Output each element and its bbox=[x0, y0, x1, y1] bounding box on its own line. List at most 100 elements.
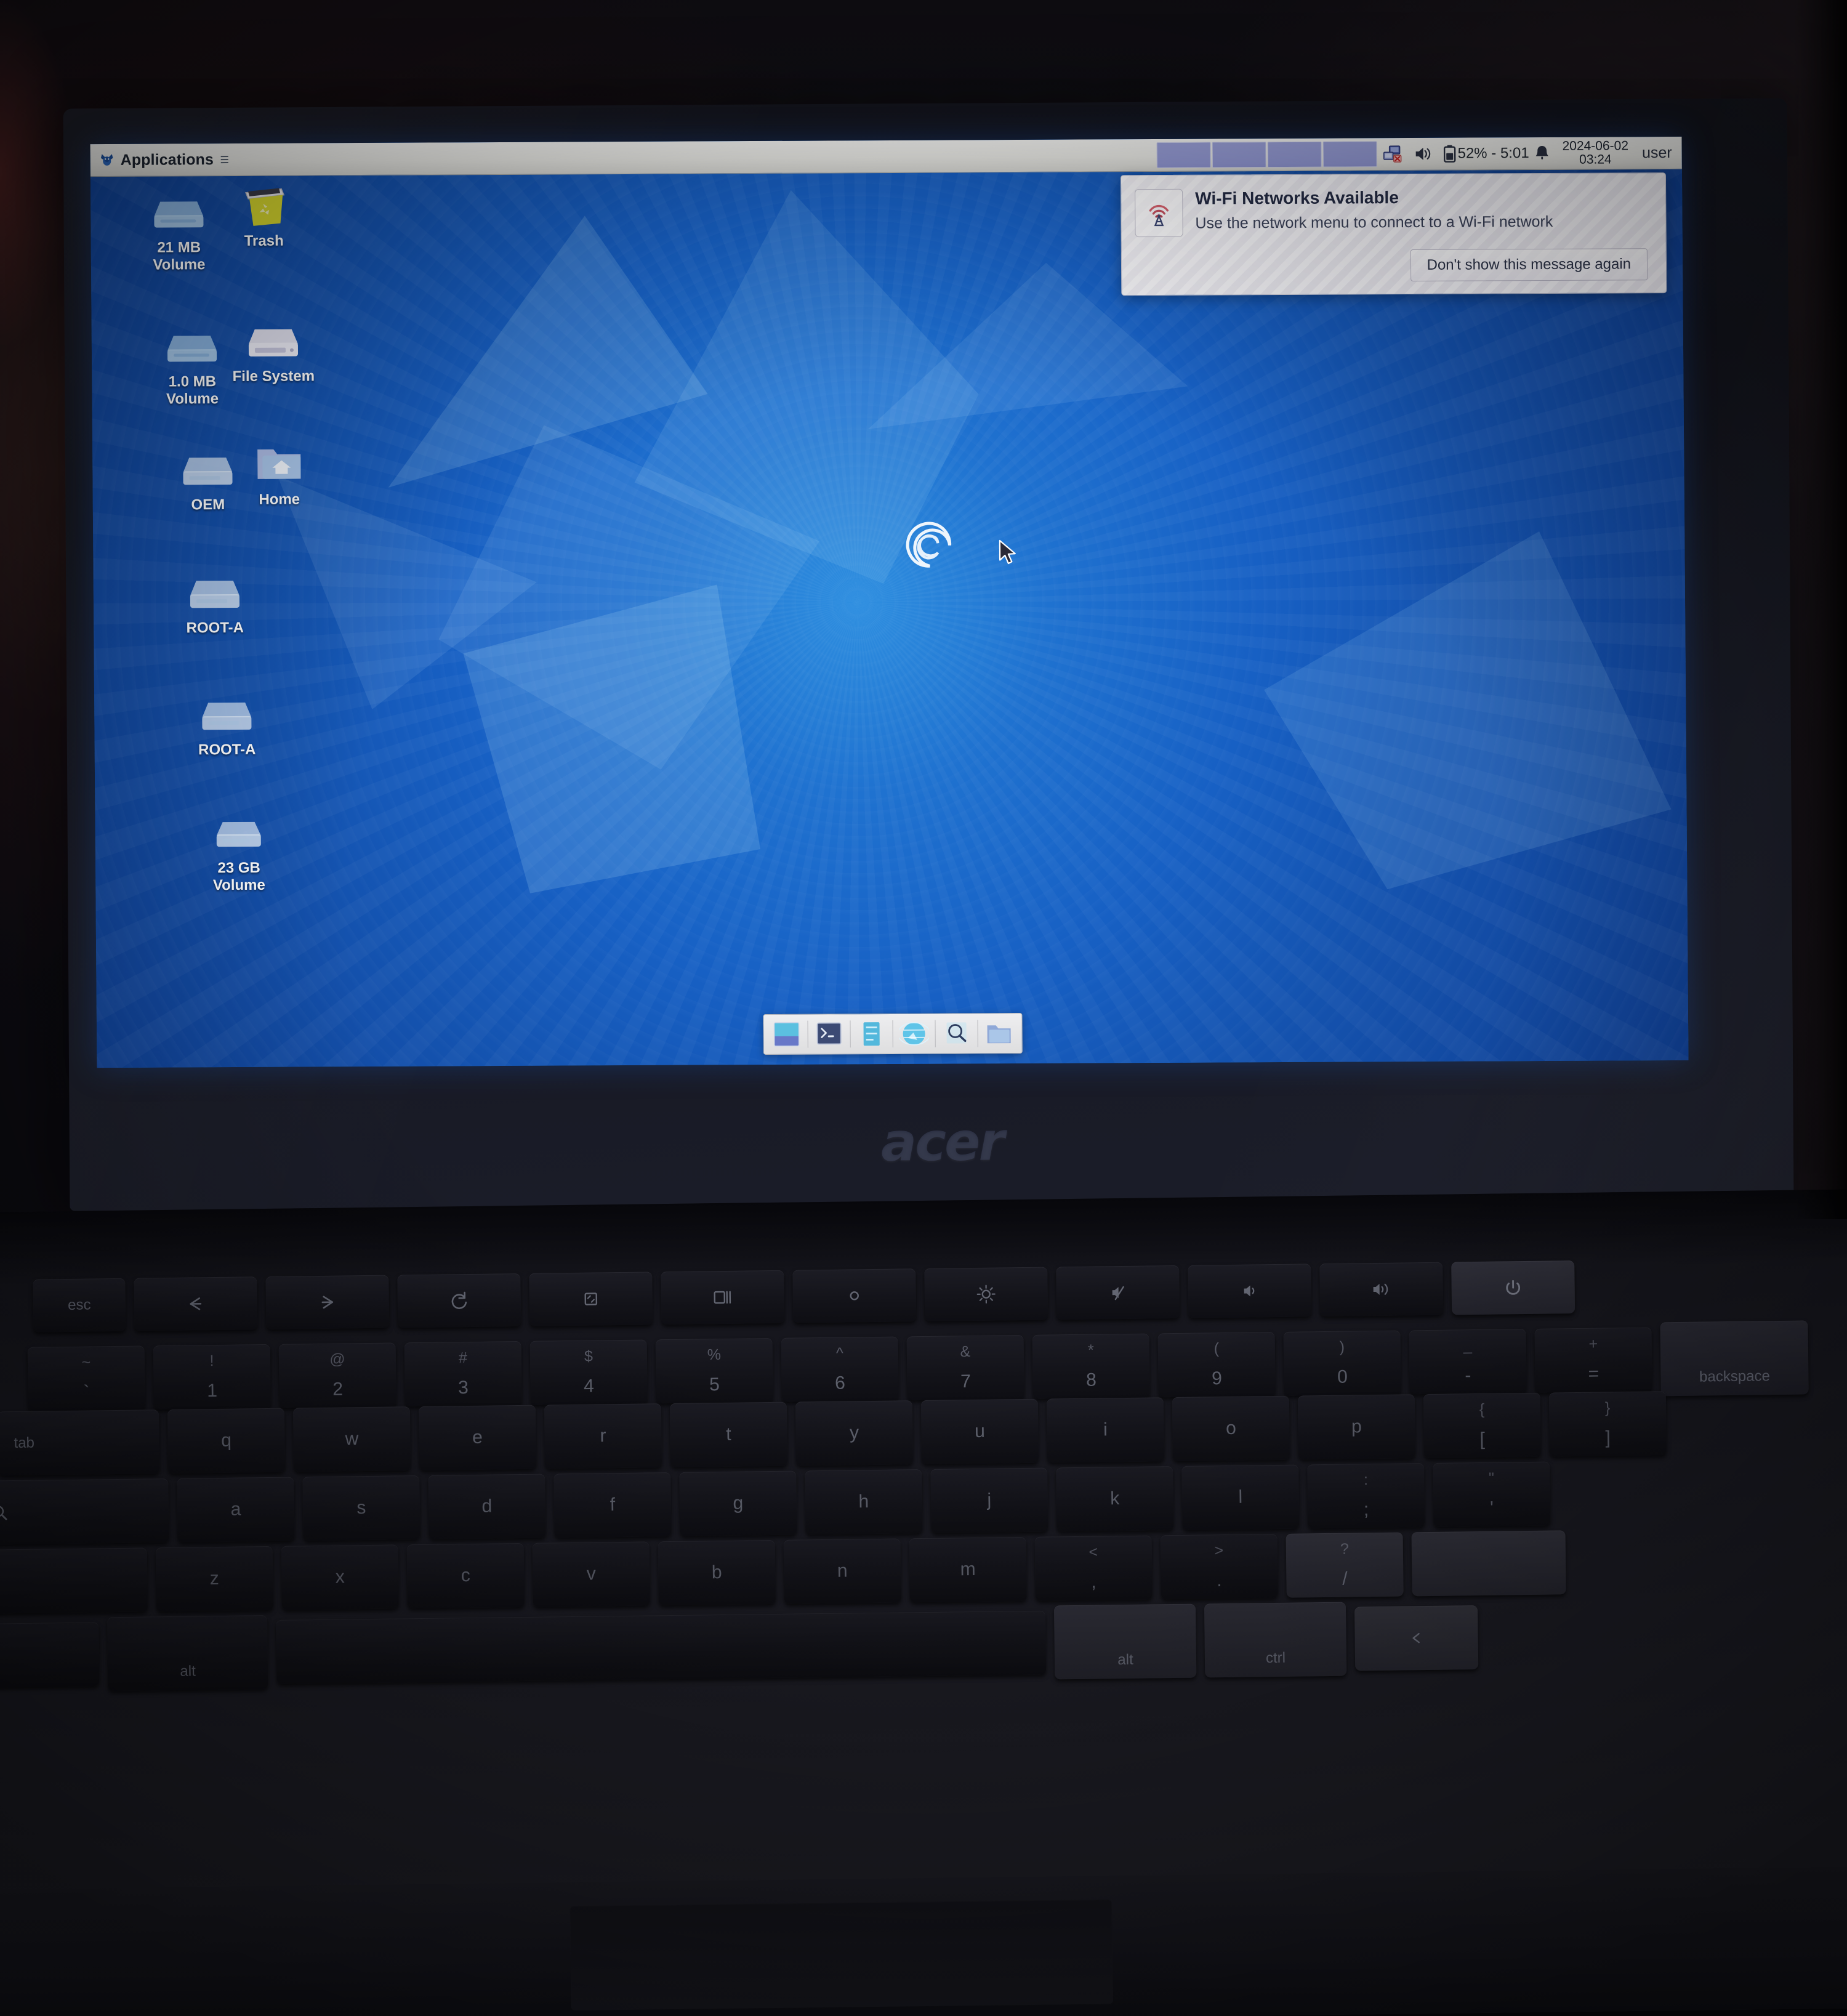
key-minus[interactable]: _ - bbox=[1409, 1329, 1527, 1395]
key-period[interactable]: >. bbox=[1160, 1533, 1278, 1600]
volume-speaker-icon[interactable] bbox=[1408, 138, 1438, 170]
key-backspace[interactable]: backspace bbox=[1660, 1320, 1809, 1397]
key-c[interactable]: c bbox=[406, 1542, 525, 1609]
search-icon[interactable] bbox=[937, 1017, 975, 1050]
battery-half-icon[interactable] bbox=[1438, 138, 1457, 170]
text-editor-icon[interactable] bbox=[852, 1017, 890, 1050]
key-6[interactable]: ^ 6 bbox=[781, 1336, 899, 1402]
key-n[interactable]: n bbox=[783, 1538, 901, 1604]
applications-menu-button[interactable]: Applications bbox=[91, 143, 238, 176]
key-alt-left[interactable]: alt bbox=[107, 1615, 268, 1691]
key-m[interactable]: m bbox=[909, 1536, 1027, 1603]
key-bracket-left[interactable]: {[ bbox=[1423, 1392, 1542, 1459]
key-z[interactable]: z bbox=[155, 1546, 273, 1612]
key-volume-up[interactable] bbox=[1319, 1262, 1444, 1317]
key-4[interactable]: $4 bbox=[529, 1339, 648, 1405]
desktop-icon-trash[interactable]: Trash bbox=[205, 181, 323, 250]
key-e[interactable]: e bbox=[418, 1405, 537, 1470]
key-reload[interactable] bbox=[397, 1273, 521, 1328]
key-2[interactable]: @2 bbox=[278, 1342, 396, 1408]
key-power[interactable] bbox=[1451, 1260, 1575, 1315]
key-9[interactable]: (9 bbox=[1157, 1331, 1276, 1398]
key-f[interactable]: f bbox=[553, 1472, 672, 1538]
bell-icon[interactable] bbox=[1529, 137, 1555, 169]
key-ctrl-right[interactable]: ctrl bbox=[1204, 1602, 1347, 1678]
key-s[interactable]: s bbox=[302, 1475, 421, 1541]
dont-show-again-button[interactable]: Don't show this message again bbox=[1410, 248, 1648, 282]
key-browser-forward[interactable] bbox=[265, 1275, 390, 1330]
key-k[interactable]: k bbox=[1056, 1466, 1174, 1532]
key-equals[interactable]: + = bbox=[1534, 1327, 1652, 1393]
key-x[interactable]: x bbox=[281, 1544, 399, 1610]
key-ctrl-left[interactable] bbox=[0, 1622, 100, 1689]
key-5[interactable]: % 5 bbox=[655, 1337, 773, 1404]
network-disconnected-icon[interactable] bbox=[1377, 138, 1408, 170]
key-q[interactable]: q bbox=[167, 1408, 286, 1474]
key-semicolon[interactable]: :; bbox=[1307, 1463, 1425, 1529]
key-8[interactable]: * 8 bbox=[1032, 1333, 1150, 1399]
key-v[interactable]: v bbox=[532, 1541, 650, 1607]
taskbar-window-list[interactable] bbox=[1156, 141, 1377, 168]
key-l[interactable]: l bbox=[1181, 1464, 1300, 1530]
wifi-notification-popup[interactable]: Wi-Fi Networks Available Use the network… bbox=[1120, 172, 1667, 296]
key-d[interactable]: d bbox=[428, 1474, 546, 1539]
key-fullscreen[interactable] bbox=[529, 1272, 653, 1326]
key-window-overview[interactable] bbox=[661, 1270, 785, 1325]
clock-widget[interactable]: 2024-06-02 03:24 bbox=[1555, 139, 1636, 167]
key-a[interactable]: a bbox=[177, 1477, 295, 1542]
key-0[interactable]: ) 0 bbox=[1283, 1330, 1401, 1396]
applications-menu-label: Applications bbox=[120, 150, 214, 169]
key-space[interactable] bbox=[276, 1610, 1047, 1684]
file-manager-icon[interactable] bbox=[980, 1017, 1018, 1050]
key-volume-down[interactable] bbox=[1188, 1264, 1312, 1318]
key-y[interactable]: y bbox=[795, 1400, 914, 1466]
application-dock[interactable] bbox=[762, 1012, 1023, 1055]
key-w[interactable]: w bbox=[292, 1406, 411, 1472]
web-browser-icon[interactable] bbox=[895, 1017, 933, 1050]
key-quote[interactable]: " ' bbox=[1433, 1461, 1551, 1527]
terminal-icon[interactable] bbox=[810, 1017, 848, 1050]
key-brightness-down[interactable] bbox=[792, 1268, 917, 1323]
key-browser-back[interactable] bbox=[134, 1276, 258, 1331]
key-3[interactable]: #3 bbox=[404, 1341, 522, 1407]
taskbar-slot[interactable] bbox=[1267, 141, 1322, 168]
key-b[interactable]: b bbox=[658, 1539, 776, 1606]
key-t[interactable]: t bbox=[669, 1401, 788, 1468]
key-brightness-up[interactable] bbox=[924, 1267, 1048, 1321]
drive-harddisk-icon bbox=[185, 568, 245, 615]
key-i[interactable]: i bbox=[1046, 1397, 1165, 1463]
taskbar-slot[interactable] bbox=[1156, 142, 1211, 168]
desktop-icon-root-a-2[interactable]: ROOT-A bbox=[168, 690, 286, 759]
key-j[interactable]: j bbox=[930, 1467, 1048, 1533]
desktop-icon-root-a-1[interactable]: ROOT-A bbox=[156, 568, 274, 637]
key-u[interactable]: u bbox=[920, 1398, 1039, 1465]
key-arrow-left[interactable] bbox=[1354, 1605, 1479, 1671]
taskbar-slot[interactable] bbox=[1212, 142, 1266, 168]
desktop-icon-file-system[interactable]: File System bbox=[215, 317, 332, 385]
trackpad[interactable] bbox=[569, 1899, 1113, 2011]
key-7[interactable]: & 7 bbox=[906, 1334, 1024, 1401]
show-desktop-icon[interactable] bbox=[767, 1018, 805, 1051]
key-backtick[interactable]: ~ ` bbox=[27, 1345, 145, 1411]
key-slash[interactable]: ? / bbox=[1286, 1532, 1404, 1598]
username-label[interactable]: user bbox=[1636, 143, 1678, 161]
key-volume-mute[interactable] bbox=[1056, 1265, 1180, 1320]
key-comma[interactable]: <, bbox=[1034, 1535, 1153, 1601]
key-p[interactable]: p bbox=[1297, 1394, 1416, 1460]
key-shift-left[interactable] bbox=[0, 1547, 148, 1615]
key-bracket-right[interactable]: }] bbox=[1548, 1391, 1667, 1457]
desktop-icon-home[interactable]: Home bbox=[220, 440, 338, 509]
key-alt-right[interactable]: alt bbox=[1053, 1603, 1197, 1680]
dock-separator bbox=[891, 1020, 893, 1047]
key-search[interactable] bbox=[0, 1478, 169, 1545]
key-h[interactable]: h bbox=[805, 1469, 923, 1535]
key-r[interactable]: r bbox=[544, 1403, 662, 1469]
desktop-icon-23gb-volume[interactable]: 23 GB Volume bbox=[180, 808, 297, 895]
taskbar-slot[interactable] bbox=[1322, 141, 1377, 167]
key-1[interactable]: ! 1 bbox=[153, 1344, 271, 1410]
key-tab[interactable]: tab bbox=[0, 1409, 160, 1476]
key-g[interactable]: g bbox=[679, 1470, 797, 1536]
key-esc[interactable]: esc bbox=[33, 1278, 126, 1333]
key-shift-right[interactable] bbox=[1411, 1530, 1566, 1597]
key-o[interactable]: o bbox=[1172, 1395, 1290, 1462]
